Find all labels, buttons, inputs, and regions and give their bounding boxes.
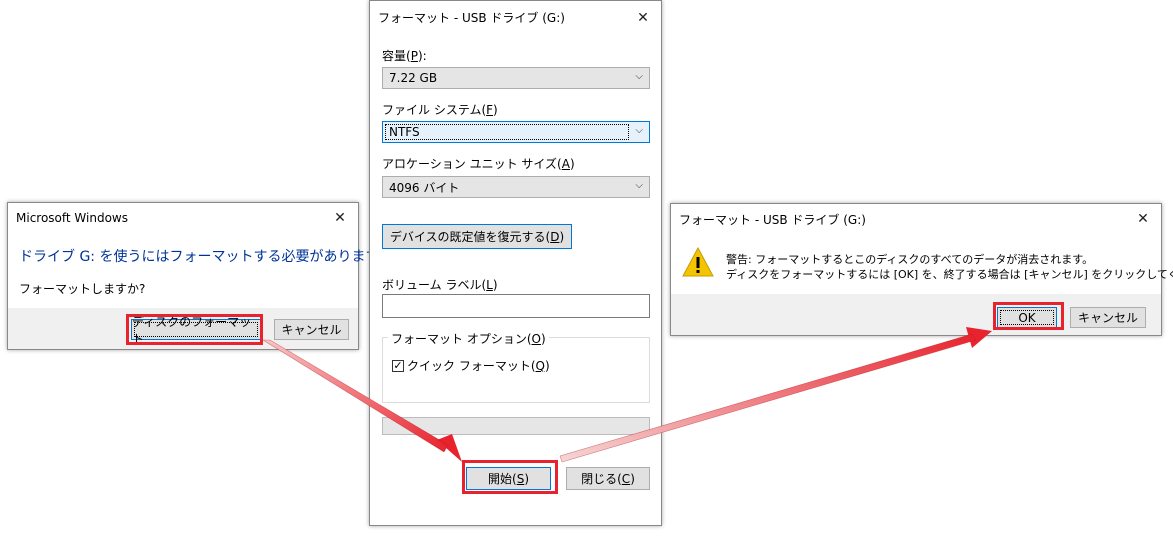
arrow-icon [559, 327, 992, 463]
annotation-arrows [261, 327, 992, 463]
screenshot-stage: Microsoft Windows ✕ ドライブ G: を使うにはフォーマットす… [0, 0, 1173, 536]
arrow-icon [261, 339, 462, 462]
